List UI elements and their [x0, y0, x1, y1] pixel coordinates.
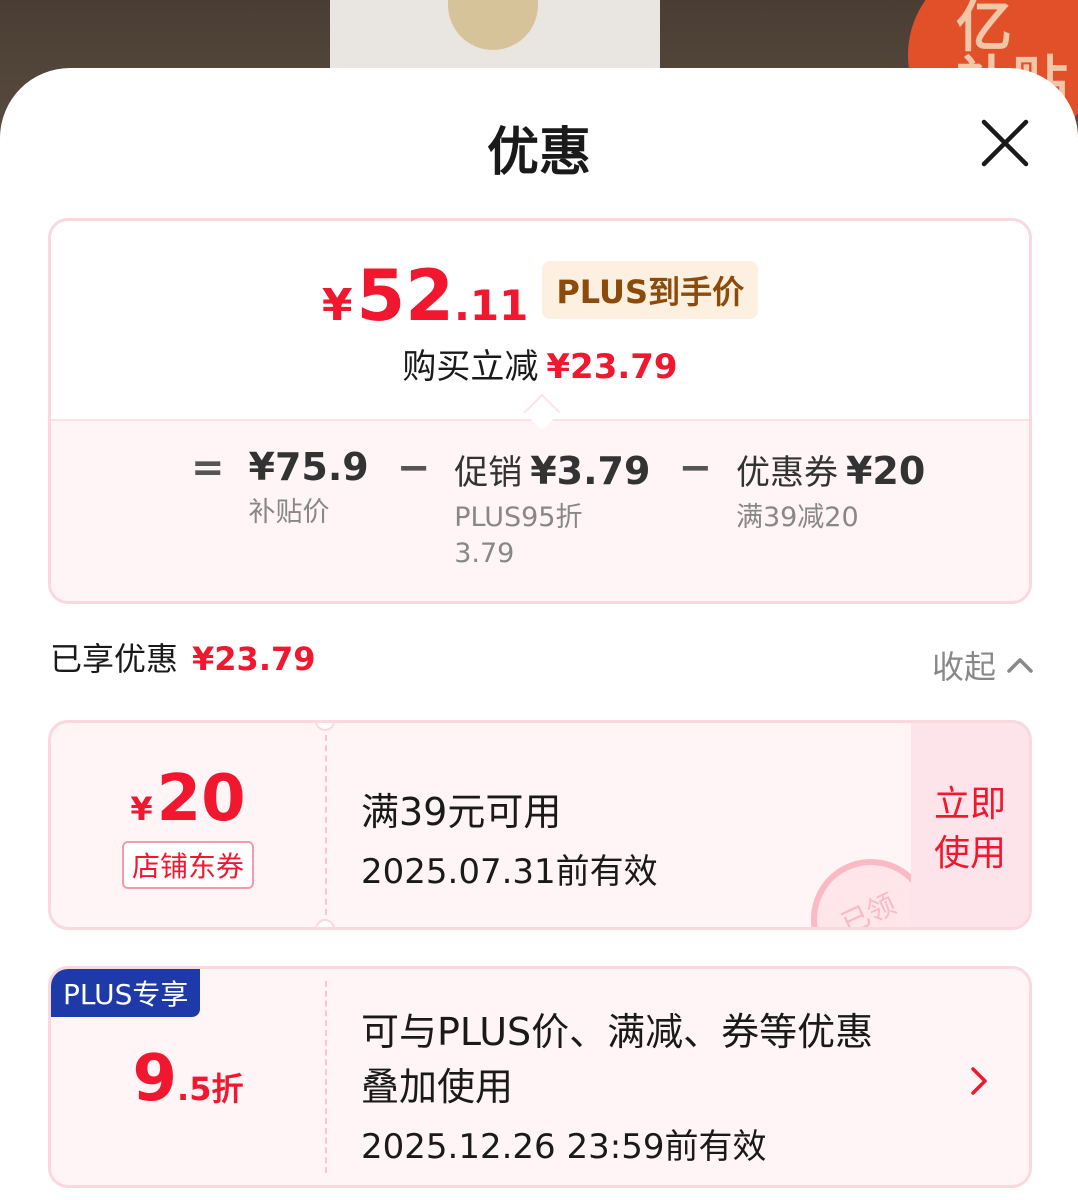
coupon-amount-section: ¥ 20 店铺东券: [51, 723, 325, 927]
base-price-label: 补贴价: [248, 497, 330, 528]
store-coupon-tag: 店铺东券: [121, 841, 254, 889]
coupon-amount: ¥ 20: [51, 767, 325, 831]
coupon-divider: [325, 735, 327, 915]
coupon-cut-bottom: [315, 919, 335, 927]
price-integer: 52: [356, 255, 454, 337]
discount-details: 可与PLUS价、满减、券等优惠 叠加使用 2025.12.26 23:59前有效: [361, 969, 909, 1168]
discount-amount-section: 9 .5折: [51, 969, 325, 1185]
collapse-button[interactable]: 收起: [932, 642, 1034, 688]
price-decimal: .11: [453, 281, 529, 330]
minus-sign: −: [396, 445, 431, 491]
discount-amount: 9 .5折: [51, 1047, 325, 1111]
plus-price-tag: PLUS到手价: [542, 261, 759, 319]
base-price-value: ¥75.9: [248, 445, 369, 489]
price-summary-card: ¥ 52 .11 PLUS到手价 购买立减 ¥23.79 = ¥75.9 补贴价 …: [48, 218, 1032, 604]
price-formula: = ¥75.9 补贴价 − 促销 ¥3.79 PLUS95折 3.79 − 优惠券…: [191, 445, 953, 573]
base-price-term: ¥75.9 补贴价: [249, 445, 369, 531]
final-price: ¥ 52 .11: [322, 261, 528, 331]
use-now-label-line2: 使用: [933, 832, 1006, 874]
discount-sheet: 优惠 ¥ 52 .11 PLUS到手价 购买立减 ¥23.79 = ¥75.9 补…: [0, 68, 1078, 1200]
coupon-value: ¥20: [845, 449, 926, 493]
store-coupon-card[interactable]: ¥ 20 店铺东券 满39元可用 2025.07.31前有效 已领 立即 使用: [48, 720, 1032, 930]
coupon-term: 优惠券 ¥20 满39减20: [736, 445, 925, 536]
final-price-row: ¥ 52 .11 PLUS到手价: [51, 261, 1029, 331]
coupon-label: 优惠券: [735, 453, 838, 493]
promo-term: 促销 ¥3.79 PLUS95折 3.79: [454, 445, 650, 573]
collapse-label: 收起: [931, 648, 996, 686]
close-icon: [981, 119, 1029, 167]
discount-expiry: 2025.12.26 23:59前有效: [361, 1127, 767, 1168]
saving-value: ¥23.79: [546, 347, 678, 387]
discount-description-line2: 叠加使用: [361, 1065, 514, 1110]
close-button[interactable]: [976, 114, 1034, 172]
price-symbol: ¥: [321, 280, 353, 331]
promo-value: ¥3.79: [530, 449, 651, 493]
enjoyed-discount: 已享优惠 ¥23.79: [50, 634, 316, 680]
saving-label: 购买立减: [402, 347, 539, 387]
coupon-amount-value: 20: [156, 762, 246, 836]
use-now-button[interactable]: 立即 使用: [911, 723, 1029, 927]
enjoyed-value: ¥23.79: [192, 640, 316, 678]
chevron-up-icon: [1007, 658, 1033, 673]
enjoyed-label: 已享优惠: [50, 640, 179, 678]
plus-discount-card[interactable]: PLUS专享 9 .5折 可与PLUS价、满减、券等优惠 叠加使用 2025.1…: [48, 966, 1032, 1188]
discount-detail-arrow[interactable]: [969, 1065, 989, 1101]
discount-description: 可与PLUS价、满减、券等优惠 叠加使用: [361, 1005, 909, 1115]
coupon-details: 满39元可用 2025.07.31前有效: [361, 723, 909, 893]
coupon-amount-symbol: ¥: [130, 790, 153, 828]
use-now-label-line1: 立即: [933, 784, 1006, 825]
coupon-condition: 满39减20: [735, 502, 859, 533]
sheet-title: 优惠: [486, 123, 591, 183]
promo-detail-amount: 3.79: [454, 538, 515, 570]
saving-line: 购买立减 ¥23.79: [51, 339, 1029, 388]
minus-sign-2: −: [678, 445, 712, 491]
coupon-condition-text: 满39元可用: [361, 790, 562, 834]
discount-amount-decimal: .5折: [177, 1070, 244, 1108]
equals-sign: =: [191, 445, 225, 491]
promo-detail: PLUS95折: [454, 502, 583, 533]
discount-description-line1: 可与PLUS价、满减、券等优惠: [361, 1010, 874, 1054]
discount-amount-integer: 9: [132, 1042, 178, 1116]
promo-label: 促销: [454, 453, 523, 493]
subsidy-badge-line1: 亿: [956, 0, 1012, 60]
discount-divider: [325, 981, 327, 1173]
chevron-right-icon: [971, 1067, 987, 1095]
